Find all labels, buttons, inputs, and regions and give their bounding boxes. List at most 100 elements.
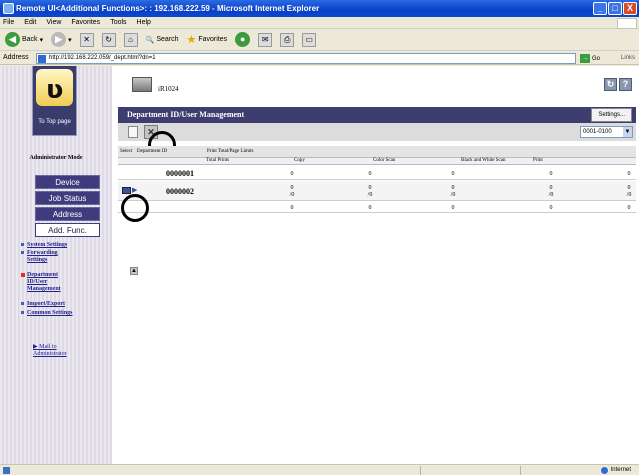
print-limit: /0 — [626, 192, 632, 198]
bullet-icon — [21, 302, 24, 305]
menu-favorites[interactable]: Favorites — [71, 17, 100, 28]
address-input[interactable]: http://192.168.222.059/_dept.html?dn=1 — [36, 53, 576, 64]
copy-value: 0 — [368, 185, 372, 191]
minimize-button[interactable]: _ — [593, 2, 607, 15]
help-icon[interactable]: ? — [619, 78, 632, 91]
range-select[interactable]: 0001-0100 ▼ — [580, 126, 633, 138]
select-radio-icon[interactable] — [122, 187, 131, 194]
department-id: 0000001 — [166, 169, 194, 178]
settings-button[interactable]: Settings... — [591, 108, 632, 122]
mail-arrow-icon: ▶ — [33, 344, 38, 350]
menu-view[interactable]: View — [46, 17, 61, 28]
refresh-icon: ↻ — [101, 32, 116, 47]
refresh-button[interactable]: ↻ — [100, 31, 118, 49]
print-value: 0 — [627, 205, 631, 211]
menu-file[interactable]: File — [3, 17, 14, 28]
address-url: http://192.168.222.059/_dept.html?dn=1 — [49, 55, 156, 61]
menu-help[interactable]: Help — [137, 17, 151, 28]
subnav-label: System Settings — [27, 242, 68, 248]
media-icon: ● — [235, 32, 251, 47]
menu-tools[interactable]: Tools — [110, 17, 126, 28]
search-icon: 🔍 — [145, 36, 155, 44]
nav-device[interactable]: Device — [35, 175, 100, 189]
nav-address[interactable]: Address — [35, 207, 100, 221]
bullet-icon — [21, 243, 24, 246]
subnav-import-export[interactable]: Import/Export — [21, 301, 109, 308]
globe-icon — [600, 467, 608, 474]
top-page-link[interactable]: ʋ To Top page — [32, 66, 77, 136]
security-zone: Internet — [600, 465, 631, 475]
subnav-system-settings[interactable]: System Settings — [21, 242, 109, 249]
header-print-total: Print Total/Page Limits — [207, 149, 254, 154]
close-button[interactable]: X — [623, 2, 637, 15]
favorites-label: Favorites — [198, 36, 228, 43]
bw-scan-value: 0 — [549, 185, 553, 191]
search-button[interactable]: 🔍 Search — [144, 31, 181, 49]
total-prints-value: 0 — [290, 171, 294, 177]
document-icon[interactable] — [128, 126, 138, 138]
links-button[interactable]: Links — [621, 51, 635, 65]
table-row[interactable]: ▶ 0000002 0 /0 0 /0 0 /0 0 /0 0 /0 — [118, 181, 636, 201]
color-scan-value: 0 — [451, 185, 455, 191]
mail-to-admin-link[interactable]: ▶ Mail to Administrator — [33, 344, 83, 358]
table-subheader: Total Prints Copy Color Scan Black and W… — [118, 158, 636, 165]
mail-button[interactable]: ✉ — [256, 31, 274, 49]
bw-scan-value: 0 — [549, 205, 553, 211]
bullet-icon — [21, 311, 24, 314]
print-button[interactable]: ⎙ — [278, 31, 296, 49]
forward-button[interactable]: ▶ ▾ — [49, 31, 74, 49]
table-row[interactable]: 0 0 0 0 0 — [118, 202, 636, 213]
mail-to-label: Mail to Administrator — [33, 344, 67, 357]
browser-toolbar: ◀ Back ▾ ▶ ▾ ✕ ↻ ⌂ 🔍 Search ★ Favorites … — [0, 29, 639, 51]
active-bullet-icon — [21, 273, 25, 277]
zone-label: Internet — [610, 467, 631, 473]
header-print: Print — [533, 158, 543, 163]
window-controls: _ □ X — [593, 2, 637, 15]
page-viewport: ʋ To Top page Administrator Mode Device … — [0, 66, 639, 464]
table-header: Select Department ID Print Total/Page Li… — [118, 146, 636, 158]
home-button[interactable]: ⌂ — [122, 31, 140, 49]
page-icon — [38, 55, 46, 63]
table-row[interactable]: 0000001 0 0 0 0 0 — [118, 166, 636, 180]
page-title: Department ID/User Management — [127, 110, 245, 119]
copy-limit: /0 — [367, 192, 373, 198]
chevron-down-icon: ▼ — [623, 127, 632, 137]
header-bw-scan: Black and White Scan — [461, 158, 506, 163]
status-divider — [520, 466, 521, 475]
title-bar: Remote UI<Additional Functions>: : 192.1… — [0, 0, 639, 17]
nav-job-status[interactable]: Job Status — [35, 191, 100, 205]
maximize-button[interactable]: □ — [608, 2, 622, 15]
subnav-forwarding-settings[interactable]: Forwarding Settings — [21, 250, 77, 264]
header-copy: Copy — [294, 158, 305, 163]
total-prints-value: 0 — [290, 205, 294, 211]
address-label: Address — [3, 54, 29, 61]
subnav-common-settings[interactable]: Common Settings — [21, 310, 109, 317]
refresh-page-icon[interactable]: ↻ — [604, 78, 617, 91]
subnav-label: Common Settings — [27, 310, 73, 316]
range-value: 0001-0100 — [583, 129, 612, 135]
scroll-top-icon[interactable]: ▲ — [130, 267, 138, 275]
copy-value: 0 — [368, 171, 372, 177]
header-department-id: Department ID — [137, 149, 168, 154]
go-button[interactable]: → Go — [580, 53, 600, 64]
copy-value: 0 — [368, 205, 372, 211]
back-arrow-icon: ◀ — [5, 32, 20, 47]
star-icon: ★ — [186, 34, 197, 46]
header-total-prints: Total Prints — [206, 158, 230, 163]
edit-button[interactable]: ▭ — [300, 31, 318, 49]
media-button[interactable]: ● — [233, 31, 252, 49]
device-model: iR1024 — [158, 85, 179, 93]
back-button[interactable]: ◀ Back ▾ — [3, 31, 45, 49]
logo-plate: ʋ — [36, 69, 73, 106]
department-id: 0000002 — [166, 187, 194, 196]
subnav-department-id[interactable]: Department ID/User Management — [21, 272, 75, 293]
color-scan-value: 0 — [451, 171, 455, 177]
dropdown-arrow-icon: ▾ — [68, 36, 72, 44]
favorites-button[interactable]: ★ Favorites — [185, 31, 230, 49]
stop-button[interactable]: ✕ — [78, 31, 96, 49]
go-label: Go — [592, 55, 601, 62]
nav-add-func[interactable]: Add. Func. — [35, 223, 100, 237]
total-prints-value: 0 — [290, 185, 294, 191]
status-divider — [420, 466, 421, 475]
menu-edit[interactable]: Edit — [24, 17, 36, 28]
